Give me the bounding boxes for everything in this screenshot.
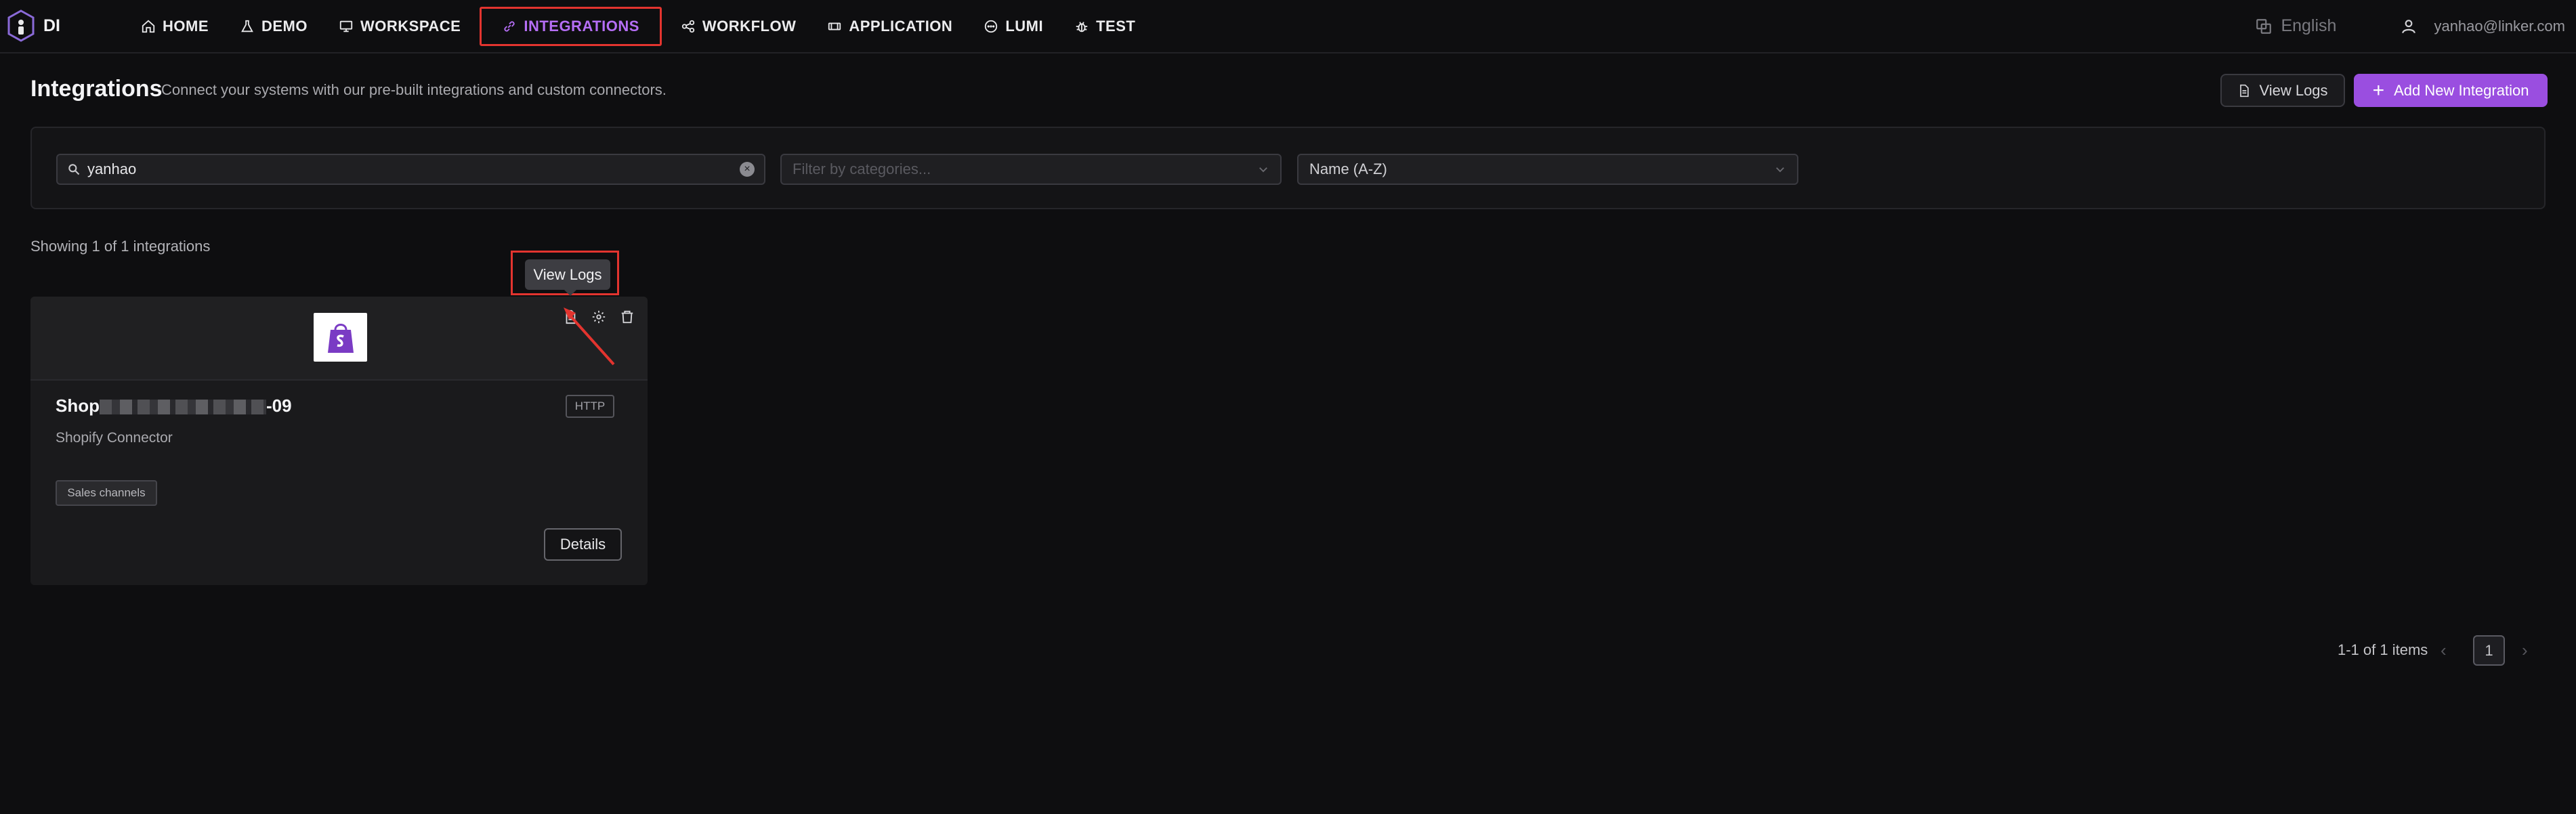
user-icon xyxy=(2402,19,2416,33)
nav-lumi-label: LUMI xyxy=(1005,17,1044,35)
results-count: Showing 1 of 1 integrations xyxy=(30,238,211,255)
brand-name: DI xyxy=(43,16,60,35)
language-switcher[interactable]: English xyxy=(2255,16,2336,36)
nav-test[interactable]: TEST xyxy=(1062,7,1147,46)
integration-name: Shop -09 xyxy=(56,395,292,416)
search-field[interactable]: × xyxy=(56,154,765,185)
search-input[interactable] xyxy=(86,160,740,179)
category-tag: Sales channels xyxy=(56,480,157,506)
nav-workflow[interactable]: WORKFLOW xyxy=(669,7,808,46)
chevron-down-icon xyxy=(1776,167,1784,173)
nav-workspace[interactable]: WORKSPACE xyxy=(326,7,473,46)
nav-application-label: APPLICATION xyxy=(849,17,953,35)
chevron-down-icon xyxy=(1259,167,1267,173)
translate-icon xyxy=(2256,18,2272,34)
app-icon xyxy=(828,22,841,30)
chat-icon xyxy=(985,20,998,33)
top-right-area: English yanhao@linker.com xyxy=(2255,0,2576,52)
bug-icon xyxy=(1076,21,1088,32)
search-icon xyxy=(68,164,80,175)
pagination-prev[interactable]: ‹ xyxy=(2441,640,2447,661)
top-navbar: DI HOME DEMO WORKSPACE INTEGRATIONS WORK… xyxy=(0,0,2576,53)
view-logs-button[interactable]: View Logs xyxy=(2220,74,2345,107)
flask-icon xyxy=(241,20,253,32)
nav-demo-label: DEMO xyxy=(261,17,308,35)
plus-icon: + xyxy=(2372,79,2385,102)
nav-integrations[interactable]: INTEGRATIONS xyxy=(480,6,662,46)
shopify-logo xyxy=(314,313,367,362)
page-title: Integrations xyxy=(30,76,163,102)
add-integration-button[interactable]: + Add New Integration xyxy=(2354,74,2548,107)
brand-logo-icon xyxy=(7,9,35,42)
link-icon xyxy=(504,20,515,32)
nav-test-label: TEST xyxy=(1096,17,1136,35)
brand[interactable]: DI xyxy=(7,9,60,42)
user-email: yanhao@linker.com xyxy=(2434,17,2565,35)
nav-lumi[interactable]: LUMI xyxy=(971,7,1055,46)
main-nav: HOME DEMO WORKSPACE INTEGRATIONS WORKFLO… xyxy=(129,0,1154,52)
nav-workflow-label: WORKFLOW xyxy=(702,17,797,35)
pagination-page-1[interactable]: 1 xyxy=(2473,635,2505,666)
document-icon xyxy=(2240,84,2250,97)
shopify-bag-icon xyxy=(327,324,354,353)
protocol-badge: HTTP xyxy=(566,395,614,418)
nav-application[interactable]: APPLICATION xyxy=(815,7,965,46)
pagination-next[interactable]: › xyxy=(2522,640,2528,661)
tooltip-arrow xyxy=(564,290,576,296)
sort-value: Name (A-Z) xyxy=(1309,160,1387,177)
view-logs-tooltip: View Logs xyxy=(525,259,610,290)
monitor-icon xyxy=(339,20,353,32)
integration-type: Shopify Connector xyxy=(56,430,173,446)
nav-demo[interactable]: DEMO xyxy=(228,7,320,46)
nav-home-label: HOME xyxy=(163,17,209,35)
view-logs-label: View Logs xyxy=(2259,81,2328,99)
annotation-arrow xyxy=(564,307,615,366)
language-label: English xyxy=(2281,16,2337,35)
filter-panel: × Filter by categories... Name (A-Z) xyxy=(30,127,2546,209)
details-button[interactable]: Details xyxy=(544,528,622,561)
add-integration-label: Add New Integration xyxy=(2394,81,2529,99)
category-filter-placeholder: Filter by categories... xyxy=(793,160,931,177)
sort-select[interactable]: Name (A-Z) xyxy=(1297,154,1798,185)
redacted-block xyxy=(100,400,266,415)
user-menu[interactable]: yanhao@linker.com xyxy=(2400,18,2565,35)
share-icon xyxy=(681,20,695,33)
pagination-range: 1-1 of 1 items xyxy=(2338,641,2428,658)
nav-home[interactable]: HOME xyxy=(129,7,221,46)
category-filter-select[interactable]: Filter by categories... xyxy=(780,154,1282,185)
page-subtitle: Connect your systems with our pre-built … xyxy=(161,81,667,98)
nav-integrations-label: INTEGRATIONS xyxy=(524,17,639,35)
integration-name-prefix: Shop xyxy=(56,395,100,416)
clear-icon[interactable]: × xyxy=(740,162,755,177)
nav-workspace-label: WORKSPACE xyxy=(360,17,461,35)
home-icon xyxy=(142,20,155,33)
integration-name-suffix: -09 xyxy=(266,395,292,416)
